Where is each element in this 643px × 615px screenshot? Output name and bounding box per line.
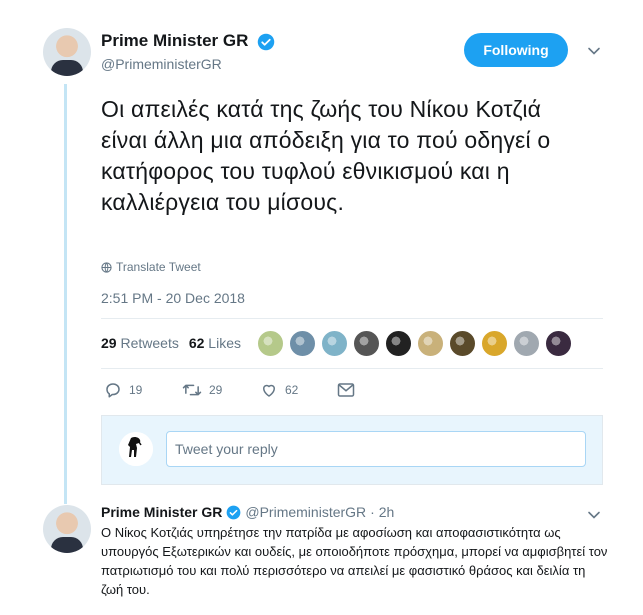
liker-avatar[interactable] [449,330,476,357]
retweets-label[interactable]: Retweets [120,335,178,351]
reply-author-handle[interactable]: @PrimeministerGR [245,504,366,520]
liker-avatar[interactable] [385,330,412,357]
retweet-count: 29 [209,383,223,397]
translate-label[interactable]: Translate Tweet [116,260,201,274]
verified-badge-icon [257,33,275,50]
author-name[interactable]: Prime Minister GR [101,31,275,51]
verified-badge-icon [227,505,241,519]
user-avatar[interactable] [119,432,153,466]
liker-avatar[interactable] [257,330,284,357]
engagement-stats: 29 Retweets 62 Likes [101,335,241,351]
reply-tweet-text: Ο Νίκος Κοτζιάς υπηρέτησε την πατρίδα με… [101,525,608,597]
author-name-text[interactable]: Prime Minister GR [101,31,248,50]
liker-avatar[interactable] [289,330,316,357]
liker-avatar[interactable] [481,330,508,357]
divider [101,368,603,369]
liker-avatars [257,330,572,357]
heart-icon[interactable] [260,381,278,399]
likes-label[interactable]: Likes [208,335,241,351]
reply-count: 19 [129,383,143,397]
translate-tweet-link[interactable]: Translate Tweet [101,260,201,274]
like-action[interactable]: 62 [260,381,340,399]
divider [101,318,603,319]
reply-action[interactable]: 19 [104,381,184,399]
reply-time[interactable]: · 2h [370,504,394,520]
envelope-icon[interactable] [337,382,355,398]
liker-avatar[interactable] [545,330,572,357]
reply-author-name[interactable]: Prime Minister GR [101,504,222,520]
retweet-action[interactable]: 29 [182,381,262,399]
retweets-count[interactable]: 29 [101,335,117,351]
reply-input[interactable]: Tweet your reply [166,431,586,467]
user-avatar-icon [119,432,153,466]
direct-message-action[interactable] [337,382,417,398]
thread-line [64,84,67,504]
reply-icon[interactable] [104,381,122,399]
likes-count[interactable]: 62 [189,335,205,351]
retweet-icon[interactable] [182,381,202,399]
reply-author-avatar[interactable] [43,505,91,553]
liker-avatar[interactable] [353,330,380,357]
chevron-down-icon[interactable] [587,508,601,522]
like-count: 62 [285,383,299,397]
author-avatar[interactable] [43,28,91,76]
retweets-stat[interactable]: 29 Retweets [101,335,179,351]
likes-stat[interactable]: 62 Likes [189,335,241,351]
chevron-down-icon[interactable] [587,44,601,58]
reply-header: Prime Minister GR @PrimeministerGR · 2h [101,504,394,520]
liker-avatar[interactable] [321,330,348,357]
liker-avatar[interactable] [417,330,444,357]
reply-composer: Tweet your reply [101,415,603,485]
author-handle[interactable]: @PrimeministerGR [101,56,222,72]
tweet-actions: 19 29 62 [104,381,417,399]
following-button[interactable]: Following [464,33,568,67]
globe-icon [101,261,112,273]
tweet-timestamp[interactable]: 2:51 PM - 20 Dec 2018 [101,290,245,306]
liker-avatar[interactable] [513,330,540,357]
tweet-text: Οι απειλές κατά της ζωής του Νίκου Κοτζι… [101,96,551,215]
